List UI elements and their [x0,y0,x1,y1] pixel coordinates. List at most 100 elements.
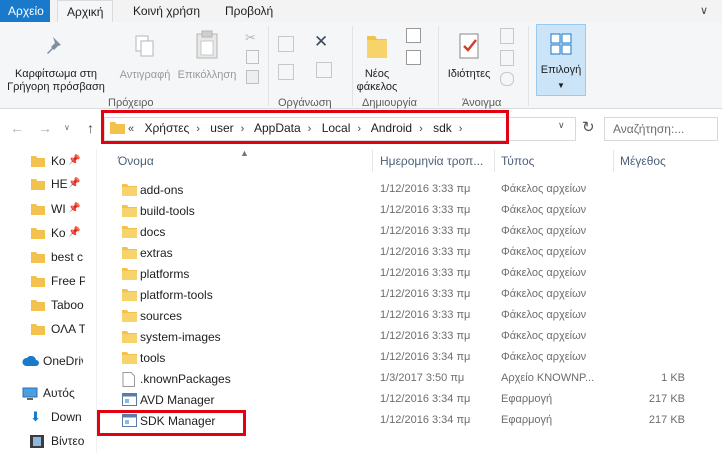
file-row[interactable]: docs 1/12/2016 3:33 πμ Φάκελος αρχείων [110,222,722,243]
file-date: 1/12/2016 3:34 πμ [380,393,471,405]
this-pc-label: Αυτός [43,386,75,400]
select-button[interactable]: Επιλογή ▼ [536,24,586,96]
file-row[interactable]: sources 1/12/2016 3:33 πμ Φάκελος αρχείων [110,306,722,327]
file-name: system-images [140,330,221,344]
quick-access-label: ΟΛΑ Τ [51,322,85,336]
quick-access-item[interactable]: best c [0,247,96,267]
file-type: Φάκελος αρχείων [501,309,587,321]
folder-icon [31,179,45,190]
quick-access-item[interactable]: Free P [0,271,96,291]
quick-access-item[interactable]: Κο 📌 [0,223,96,243]
file-date: 1/12/2016 3:33 πμ [380,204,471,216]
file-row[interactable]: extras 1/12/2016 3:33 πμ Φάκελος αρχείων [110,243,722,264]
folder-icon [122,288,137,304]
navigation-pane: Κο 📌 ΗΕ 📌 WI 📌 Κο 📌 best c Free P Taboo … [0,149,96,453]
address-highlight-box [101,110,509,144]
file-type: Φάκελος αρχείων [501,183,587,195]
open-icon[interactable] [500,28,514,44]
file-row[interactable]: build-tools 1/12/2016 3:33 πμ Φάκελος αρχε… [110,201,722,222]
quick-access-label: Free P [51,274,85,288]
quick-access-item[interactable]: WI 📌 [0,199,96,219]
file-row[interactable]: AVD Manager 1/12/2016 3:34 πμ Εφαρμογή 217 … [110,390,722,411]
quick-access-label: Taboo [51,298,84,312]
file-row[interactable]: system-images 1/12/2016 3:33 πμ Φάκελος αρ… [110,327,722,348]
copy-to-icon[interactable] [278,64,294,80]
tab-home[interactable]: Αρχική [57,0,114,23]
up-arrow-icon[interactable]: ↑ [87,120,94,136]
new-item-icon[interactable] [406,28,421,43]
ribbon: Καρφίτσωμα στη Γρήγορη πρόσβαση Αντιγραφ… [0,22,722,109]
move-to-icon[interactable] [278,36,294,52]
onedrive-item[interactable]: OneDrive [0,351,96,371]
column-separator[interactable] [372,150,373,172]
delete-icon[interactable]: ✕ [314,32,328,52]
file-row[interactable]: platform-tools 1/12/2016 3:33 πμ Φάκελος α… [110,285,722,306]
file-date: 1/12/2016 3:34 πμ [380,351,471,363]
file-row[interactable]: platforms 1/12/2016 3:33 πμ Φάκελος αρχείω… [110,264,722,285]
file-type: Φάκελος αρχείων [501,330,587,342]
copy-button[interactable]: Αντιγραφή [114,34,176,82]
folder-icon [122,246,137,262]
properties-button[interactable]: Ιδιότητες [440,30,498,81]
folder-icon [31,204,45,215]
tab-view[interactable]: Προβολή [216,0,282,22]
tab-file[interactable]: Αρχείο [0,0,50,22]
paste-icon [196,30,218,59]
pane-splitter[interactable] [96,149,97,453]
refresh-icon[interactable]: ↻ [582,118,595,136]
quick-access-item[interactable]: Κο 📌 [0,151,96,171]
videos-item[interactable]: Βίντεο [0,431,96,451]
ribbon-separator [528,26,529,106]
this-pc-item[interactable]: Αυτός [0,383,96,403]
cut-icon[interactable]: ✂ [245,30,256,46]
file-row[interactable]: .knownPackages 1/3/2017 3:50 πμ Αρχείο KNO… [110,369,722,390]
file-type: Εφαρμογή [501,414,553,426]
file-date: 1/12/2016 3:33 πμ [380,267,471,279]
ribbon-expand-chevron-icon[interactable]: ∨ [700,4,708,17]
downloads-item[interactable]: ⬇ Down [0,407,96,427]
back-arrow-icon[interactable]: ← [10,120,24,136]
folder-icon [31,276,45,287]
column-header-type[interactable]: Τύπος [501,149,601,173]
recent-locations-chevron-icon[interactable]: ∨ [64,123,70,132]
search-input[interactable]: Αναζήτηση:... [604,117,718,141]
paste-shortcut-icon[interactable] [246,70,259,84]
column-separator[interactable] [494,150,495,172]
easy-access-icon[interactable] [406,50,421,65]
file-size: 217 KB [648,414,685,426]
select-icon [550,33,572,55]
new-folder-button[interactable]: Νέος φάκελος [354,30,400,94]
rename-icon[interactable] [316,62,332,78]
file-date: 1/3/2017 3:50 πμ [380,372,465,384]
column-separator[interactable] [613,150,614,172]
file-date: 1/12/2016 3:33 πμ [380,330,471,342]
organize-group-label: Οργάνωση [278,97,332,109]
copy-path-icon[interactable] [246,50,259,64]
app-icon [122,393,137,409]
file-row[interactable]: tools 1/12/2016 3:34 πμ Φάκελος αρχείων [110,348,722,369]
edit-icon[interactable] [500,50,514,66]
tab-share[interactable]: Κοινή χρήση [124,0,209,22]
column-header-size[interactable]: Μέγεθος [620,149,710,173]
file-date: 1/12/2016 3:33 πμ [380,246,471,258]
file-icon [122,372,135,390]
file-name: AVD Manager [140,393,215,407]
file-row[interactable]: add-ons 1/12/2016 3:33 πμ Φάκελος αρχείων [110,180,722,201]
quick-access-item[interactable]: ΟΛΑ Τ [0,319,96,339]
address-dropdown-chevron-icon[interactable]: ∨ [558,120,565,131]
quick-access-item[interactable]: Taboo [0,295,96,315]
file-name: add-ons [140,183,184,197]
quick-access-item[interactable]: ΗΕ 📌 [0,174,96,194]
file-date: 1/12/2016 3:33 πμ [380,225,471,237]
file-type: Φάκελος αρχείων [501,225,587,237]
history-icon[interactable] [500,72,514,86]
file-type: Φάκελος αρχείων [501,351,587,363]
folder-icon [122,267,137,283]
file-size: 1 KB [661,372,685,384]
forward-arrow-icon[interactable]: → [38,120,52,136]
column-header-date[interactable]: Ημερομηνία τροπ... [380,149,490,173]
pin-icon: 📌 [68,203,81,214]
paste-button[interactable]: Επικόλληση [176,30,238,82]
pin-icon [47,37,61,54]
pin-quick-access-button[interactable]: Καρφίτσωμα στη Γρήγορη πρόσβαση [4,34,108,94]
